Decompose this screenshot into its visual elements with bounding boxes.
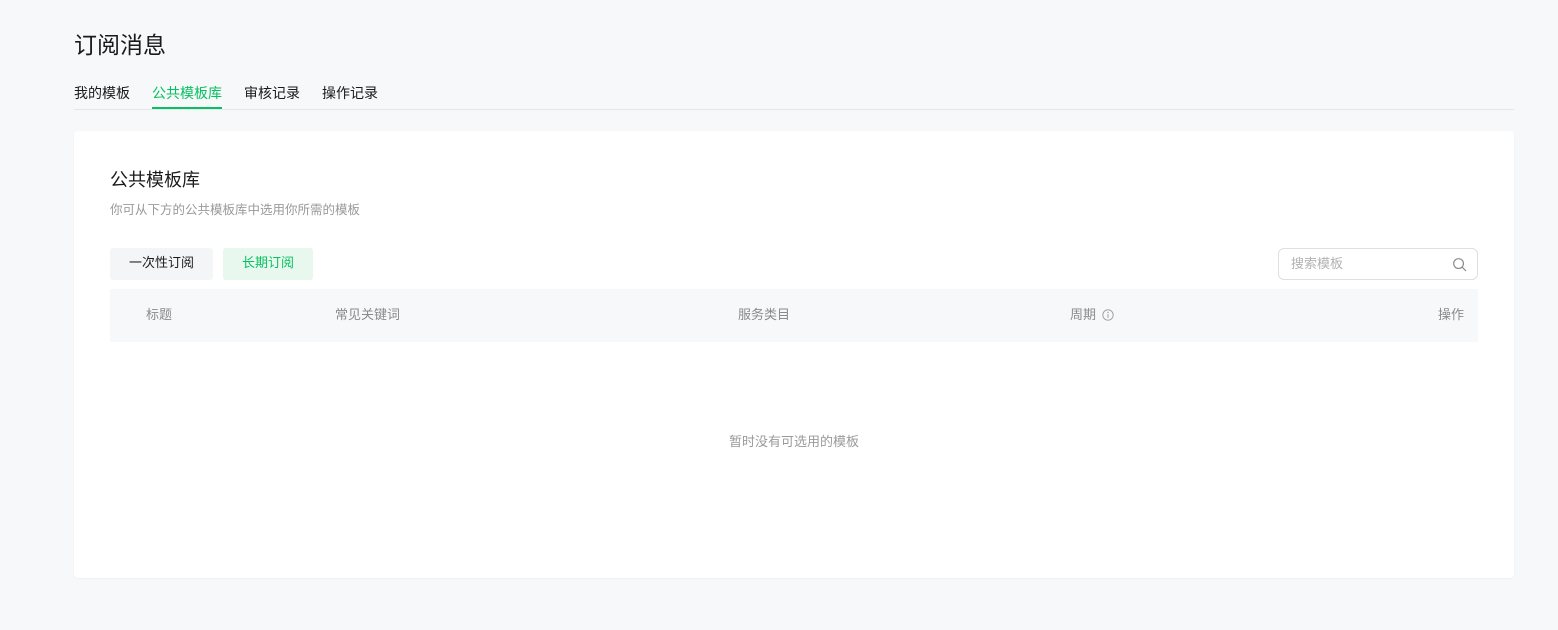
long-term-subscription-button[interactable]: 长期订阅: [223, 248, 314, 280]
search-box: [1278, 248, 1478, 280]
empty-state-text: 暂时没有可选用的模板: [728, 435, 859, 450]
column-header-title: 标题: [146, 308, 173, 323]
table-header: 标题 常见关键词 服务类目 周期 操作: [110, 289, 1478, 342]
search-icon[interactable]: [1452, 257, 1467, 272]
column-header-category: 服务类目: [738, 308, 791, 323]
column-header-period-label: 周期: [1070, 308, 1097, 323]
column-header-keywords: 常见关键词: [335, 308, 401, 323]
search-input[interactable]: [1291, 249, 1441, 279]
tab-public-library[interactable]: 公共模板库: [152, 82, 222, 109]
template-library-card: 公共模板库 你可从下方的公共模板库中选用你所需的模板 一次性订阅 长期订阅 标题…: [74, 131, 1514, 578]
tab-bar: 我的模板 公共模板库 审核记录 操作记录: [74, 82, 1514, 110]
column-header-period: 周期: [1070, 289, 1114, 342]
tab-operation-records[interactable]: 操作记录: [322, 82, 378, 109]
card-description: 你可从下方的公共模板库中选用你所需的模板: [110, 202, 361, 217]
tab-review-records[interactable]: 审核记录: [244, 82, 300, 109]
tab-my-templates[interactable]: 我的模板: [74, 82, 130, 109]
one-time-subscription-button[interactable]: 一次性订阅: [110, 248, 214, 280]
column-header-actions: 操作: [1437, 308, 1464, 323]
page-title: 订阅消息: [74, 33, 166, 59]
card-title: 公共模板库: [110, 170, 200, 191]
info-icon[interactable]: [1102, 308, 1114, 321]
